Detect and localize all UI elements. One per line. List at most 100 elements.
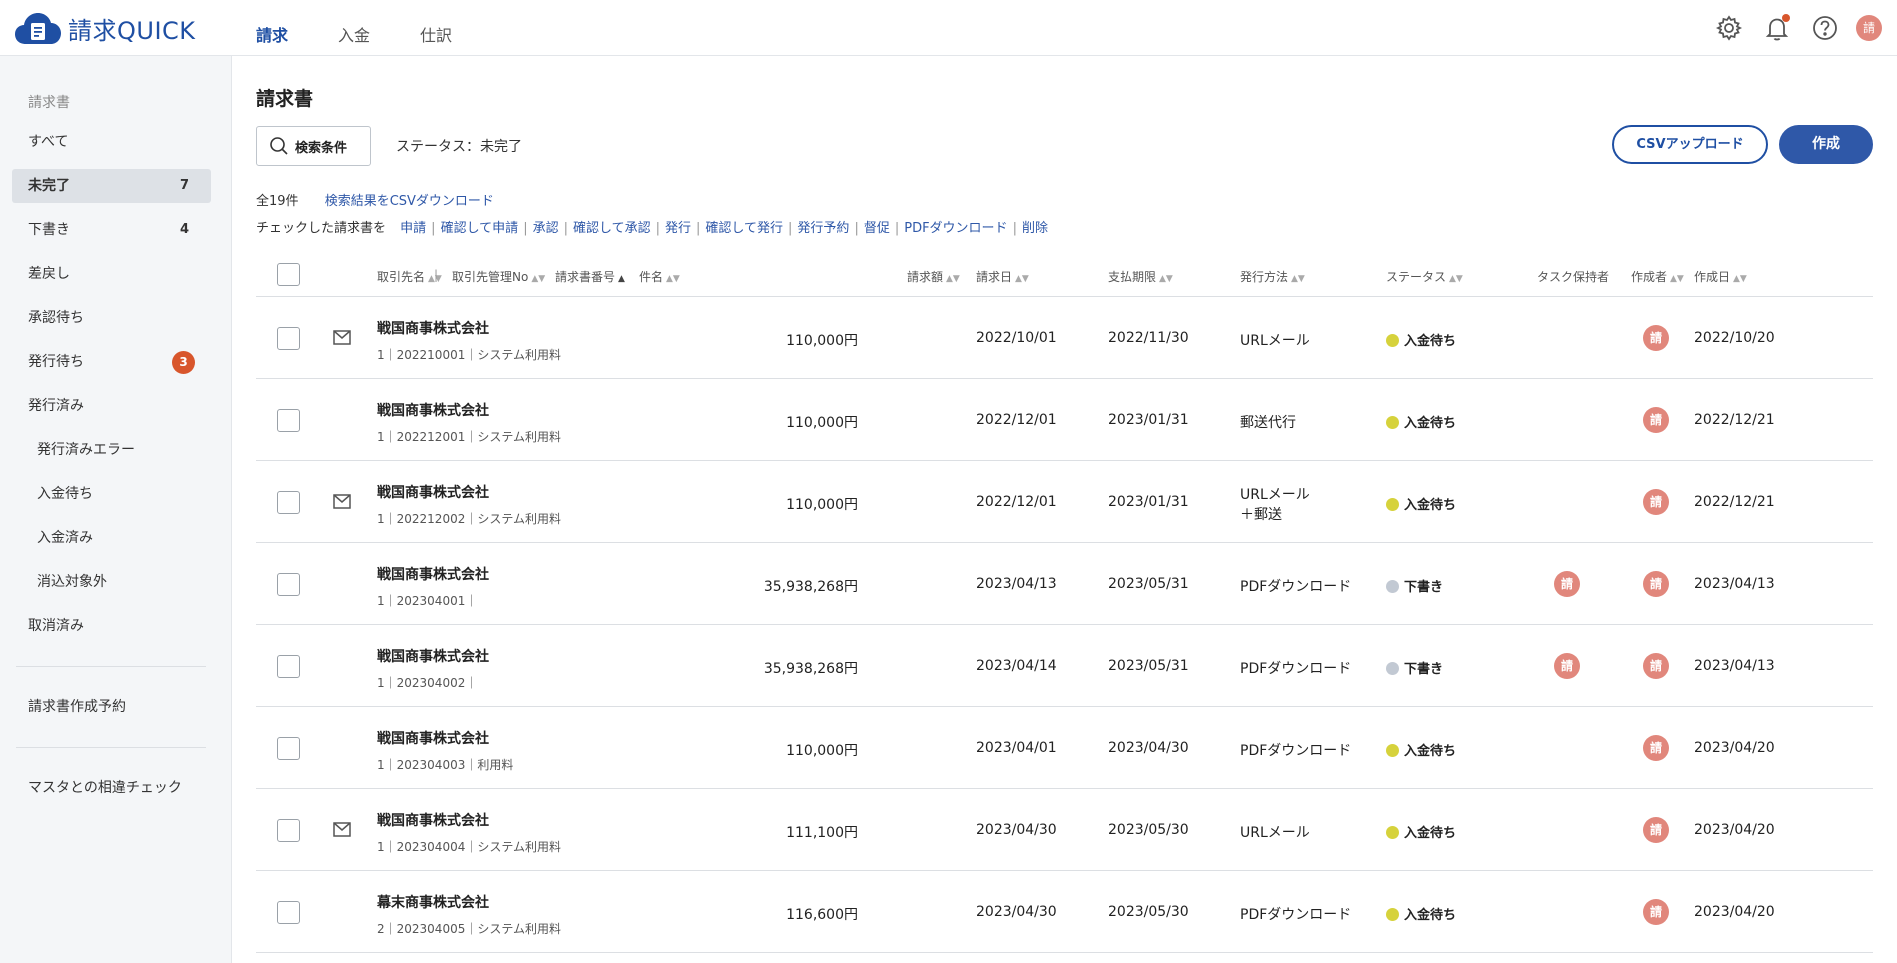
column-status[interactable]: ステータス ▲▼	[1386, 268, 1463, 285]
sidebar-item-all[interactable]: すべて	[12, 125, 211, 159]
invoice-date: 2022/12/01	[976, 494, 1057, 510]
select-all-checkbox[interactable]	[277, 263, 300, 286]
sidebar-item-awaiting-issue[interactable]: 発行待ち 3	[12, 345, 211, 379]
bulk-action-confirm-approve[interactable]: 確認して承認	[573, 221, 651, 236]
app-logo[interactable]: 請求QUICK	[14, 10, 196, 46]
column-client[interactable]: 取引先名 ▲▼	[377, 268, 442, 285]
separator: |	[431, 221, 436, 236]
column-invoice-no[interactable]: 請求書番号 ▲	[555, 268, 625, 285]
tab-invoice[interactable]: 請求	[256, 0, 288, 56]
row-checkbox[interactable]	[277, 737, 300, 760]
tab-journal[interactable]: 仕訳	[420, 0, 452, 56]
mail-icon	[333, 330, 351, 349]
due-date: 2023/05/31	[1108, 658, 1189, 674]
column-subject[interactable]: 件名 ▲▼	[639, 268, 680, 285]
bulk-action-approve[interactable]: 承認	[533, 221, 559, 236]
status-badge: 入金待ち	[1386, 412, 1456, 431]
sidebar-item-paid[interactable]: 入金済み	[12, 521, 211, 555]
sidebar-item-master-check[interactable]: マスタとの相違チェック	[12, 771, 211, 805]
sidebar-item-excluded[interactable]: 消込対象外	[12, 565, 211, 599]
sort-icon: ▲▼	[1733, 274, 1747, 284]
bulk-action-schedule-issue[interactable]: 発行予約	[797, 221, 849, 236]
invoice-meta: 1｜202304003｜利用料	[377, 758, 514, 772]
table-row[interactable]: 戦国商事株式会社 1｜202212001｜システム利用料 110,000円 2022/…	[256, 379, 1873, 461]
client-name[interactable]: 戦国商事株式会社	[377, 810, 489, 830]
user-avatar[interactable]: 請	[1856, 15, 1882, 41]
row-checkbox[interactable]	[277, 901, 300, 924]
row-checkbox[interactable]	[277, 327, 300, 350]
client-name[interactable]: 戦国商事株式会社	[377, 400, 489, 420]
table-row[interactable]: 戦国商事株式会社 1｜202304002｜ 35,938,268円 2023/04/1…	[256, 625, 1873, 707]
column-creator[interactable]: 作成者 ▲▼	[1631, 268, 1684, 285]
status-dot	[1386, 662, 1399, 675]
separator: |	[523, 221, 528, 236]
invoice-meta: 2｜202304005｜システム利用料	[377, 922, 561, 936]
row-checkbox[interactable]	[277, 819, 300, 842]
column-label: 請求額	[907, 270, 944, 284]
column-amount[interactable]: 請求額 ▲▼	[907, 268, 960, 285]
csv-upload-button[interactable]: CSVアップロード	[1612, 125, 1768, 164]
client-name[interactable]: 戦国商事株式会社	[377, 318, 489, 338]
column-client-no[interactable]: 取引先管理No ▲▼	[452, 268, 545, 285]
sort-icon: ▲▼	[531, 274, 546, 284]
row-checkbox[interactable]	[277, 655, 300, 678]
bulk-action-delete[interactable]: 削除	[1022, 221, 1048, 236]
creator-avatar: 請	[1643, 817, 1669, 843]
creator-avatar: 請	[1643, 571, 1669, 597]
status-text: 下書き	[1404, 580, 1444, 595]
status-text: 入金待ち	[1404, 908, 1457, 923]
bulk-action-confirm-issue[interactable]: 確認して発行	[705, 221, 783, 236]
sort-icon: ▲▼	[1449, 274, 1463, 284]
gear-icon[interactable]	[1715, 14, 1743, 42]
sidebar-item-cancelled[interactable]: 取消済み	[12, 609, 211, 643]
column-invoice-date[interactable]: 請求日 ▲▼	[976, 268, 1029, 285]
sidebar-item-issued[interactable]: 発行済み	[12, 389, 211, 423]
column-created[interactable]: 作成日 ▲▼	[1694, 268, 1747, 285]
bulk-action-apply[interactable]: 申請	[400, 221, 426, 236]
column-due-date[interactable]: 支払期限 ▲▼	[1108, 268, 1173, 285]
issue-method-extra: ＋郵送	[1240, 507, 1282, 523]
search-conditions-button[interactable]: 検索条件	[256, 126, 371, 166]
invoice-amount: 110,000円	[786, 415, 858, 431]
client-name[interactable]: 戦国商事株式会社	[377, 728, 489, 748]
help-icon[interactable]	[1811, 14, 1839, 42]
table-row[interactable]: 幕末商事株式会社 2｜202304005｜システム利用料 116,600円 2023/…	[256, 871, 1873, 953]
separator: |	[894, 221, 900, 236]
bell-icon[interactable]	[1763, 14, 1791, 42]
bulk-action-confirm-apply[interactable]: 確認して申請	[441, 221, 519, 236]
bulk-action-pdf-download[interactable]: PDFダウンロード	[904, 221, 1007, 236]
row-checkbox[interactable]	[277, 409, 300, 432]
sidebar-item-reservation[interactable]: 請求書作成予約	[12, 690, 211, 724]
sidebar-item-awaiting-approval[interactable]: 承認待ち	[12, 301, 211, 335]
bulk-action-reminder[interactable]: 督促	[864, 221, 890, 236]
table-row[interactable]: 戦国商事株式会社 1｜202304004｜システム利用料 111,100円 2023/…	[256, 789, 1873, 871]
row-checkbox[interactable]	[277, 491, 300, 514]
separator: |	[563, 221, 568, 236]
table-row[interactable]: 戦国商事株式会社 1｜202212002｜システム利用料 110,000円 2022/…	[256, 461, 1873, 543]
invoice-meta: 1｜202212002｜システム利用料	[377, 512, 561, 526]
status-text: 入金待ち	[1404, 744, 1457, 759]
client-name[interactable]: 幕末商事株式会社	[377, 892, 489, 912]
table-row[interactable]: 戦国商事株式会社 1｜202210001｜システム利用料 110,000円 2022/…	[256, 297, 1873, 379]
client-name[interactable]: 戦国商事株式会社	[377, 482, 489, 502]
client-name[interactable]: 戦国商事株式会社	[377, 646, 489, 666]
sidebar-item-issued-error[interactable]: 発行済みエラー	[12, 433, 211, 467]
sidebar-item-draft[interactable]: 下書き 4	[12, 213, 211, 247]
create-button[interactable]: 作成	[1779, 125, 1873, 164]
sidebar-item-awaiting-payment[interactable]: 入金待ち	[12, 477, 211, 511]
sidebar-item-returned[interactable]: 差戻し	[12, 257, 211, 291]
table-row[interactable]: 戦国商事株式会社 1｜202304001｜ 35,938,268円 2023/04/1…	[256, 543, 1873, 625]
table-row[interactable]: 戦国商事株式会社 1｜202304003｜利用料 110,000円 2023/04/0…	[256, 707, 1873, 789]
invoice-meta: 1｜202304002｜	[377, 676, 478, 690]
row-checkbox[interactable]	[277, 573, 300, 596]
status-text: 入金待ち	[1404, 416, 1457, 431]
mail-icon	[333, 494, 351, 513]
status-dot	[1386, 498, 1399, 511]
client-name[interactable]: 戦国商事株式会社	[377, 564, 489, 584]
column-method[interactable]: 発行方法 ▲▼	[1240, 268, 1305, 285]
bulk-action-issue[interactable]: 発行	[665, 221, 691, 236]
sidebar-item-incomplete[interactable]: 未完了 7	[12, 169, 211, 203]
tab-payment[interactable]: 入金	[338, 0, 370, 56]
status-badge: 入金待ち	[1386, 740, 1456, 759]
csv-download-link[interactable]: 検索結果をCSVダウンロード	[325, 194, 494, 209]
